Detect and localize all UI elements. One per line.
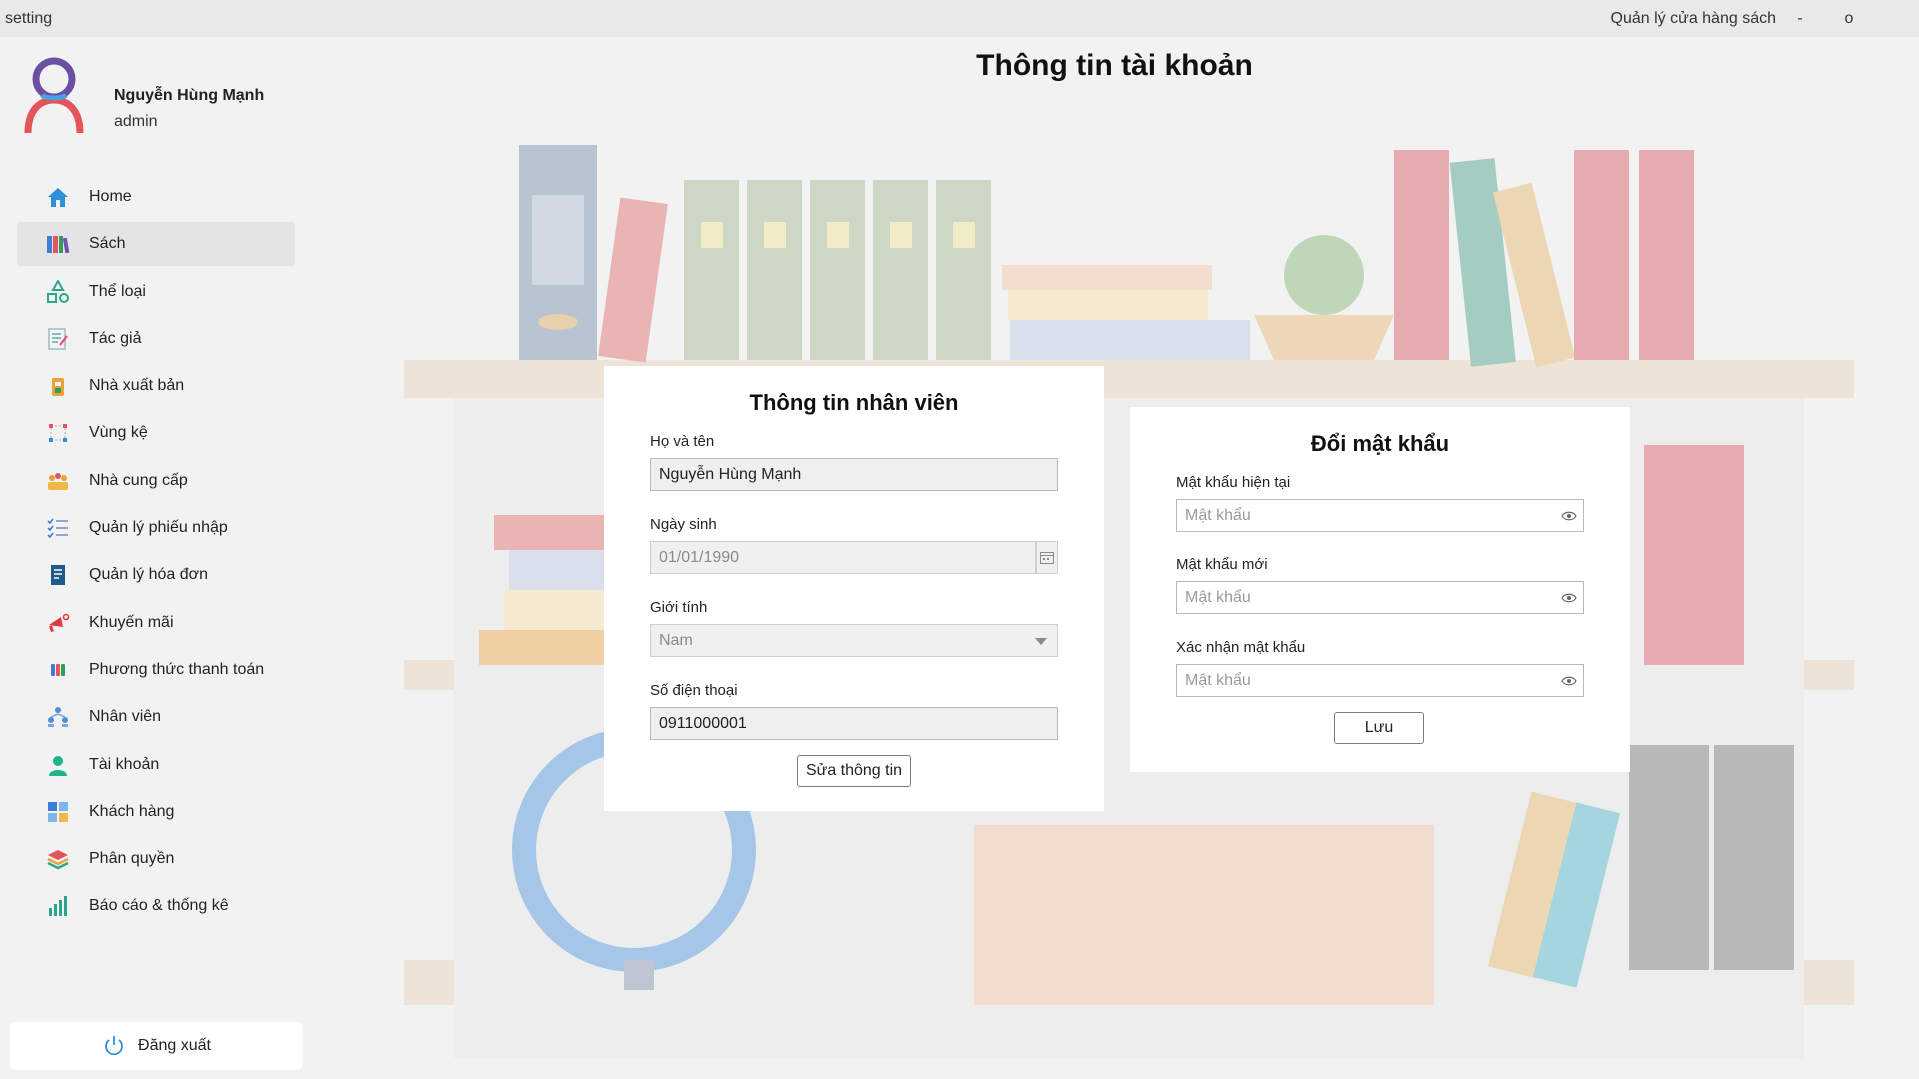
invoice-icon [46,563,70,587]
save-button[interactable]: Lưu [1334,712,1424,744]
eye-icon[interactable] [1561,509,1577,523]
main-content: Thông tin tài khoản Thông tin nhân viên … [310,37,1919,1079]
payment-icon [46,658,70,682]
user-role: admin [114,113,158,130]
sidebar-item-label: Vùng kệ [89,424,148,442]
minimize-button[interactable]: - [1780,8,1820,30]
chart-icon [46,894,70,918]
sidebar-item-invoices[interactable]: Quản lý hóa đơn [17,553,295,597]
eye-icon[interactable] [1561,674,1577,688]
sidebar-item-label: Nhà cung cấp [89,471,188,489]
employee-info-card: Thông tin nhân viên Họ và tên Nguyễn Hùn… [604,366,1104,811]
checklist-icon [46,516,70,540]
megaphone-icon [46,611,70,635]
confirm-password-label: Xác nhận mật khẩu [1176,639,1306,656]
logout-label: Đăng xuất [138,1037,211,1054]
logout-button[interactable]: Đăng xuất [10,1022,303,1070]
publisher-icon [46,374,70,398]
supplier-icon [46,469,70,493]
gender-label: Giới tính [650,599,708,616]
phone-field[interactable]: 0911000001 [650,707,1058,740]
sidebar-item-shelf-areas[interactable]: Vùng kệ [17,411,295,455]
employee-card-title: Thông tin nhân viên [749,390,959,415]
phone-label: Số điện thoại [650,682,738,699]
new-password-input[interactable]: Mật khẩu [1176,581,1584,614]
sidebar-item-publishers[interactable]: Nhà xuất bản [17,364,295,408]
dob-field[interactable]: 01/01/1990 [650,541,1036,574]
calendar-icon [1040,551,1054,564]
staff-icon [46,705,70,729]
sidebar-item-suppliers[interactable]: Nhà cung cấp [17,459,295,503]
change-password-card: Đổi mật khẩu Mật khẩu hiện tại Mật khẩu … [1130,407,1630,772]
books-icon [46,232,70,256]
current-password-placeholder: Mật khẩu [1185,507,1251,524]
avatar [24,57,84,134]
current-password-input[interactable]: Mật khẩu [1176,499,1584,532]
gender-select[interactable]: Nam [650,624,1058,657]
power-icon [105,1036,123,1056]
sidebar-item-import-receipts[interactable]: Quản lý phiếu nhập [17,506,295,550]
sidebar-item-label: Sách [89,235,126,253]
edit-info-button[interactable]: Sửa thông tin [797,755,911,787]
sidebar-item-accounts[interactable]: Tài khoản [17,743,295,787]
new-password-label: Mật khẩu mới [1176,556,1268,573]
sidebar-item-label: Quản lý phiếu nhập [89,519,228,537]
sidebar-nav: Home Sách Thể loại Tác giả Nhà xuất bản [17,175,295,932]
user-profile: Nguyễn Hùng Mạnh admin [22,55,302,145]
customer-icon [46,800,70,824]
sidebar-item-label: Phương thức thanh toán [89,660,265,678]
sidebar: Nguyễn Hùng Mạnh admin Home Sách Thể loạ… [0,37,310,1079]
confirm-password-placeholder: Mật khẩu [1185,672,1251,689]
maximize-button[interactable]: o [1829,8,1869,30]
window-title: setting [5,10,53,27]
sidebar-item-staff[interactable]: Nhân viên [17,695,295,739]
sidebar-item-home[interactable]: Home [17,175,295,219]
password-card-title: Đổi mật khẩu [1310,431,1450,456]
user-name: Nguyễn Hùng Mạnh [114,87,265,104]
current-password-label: Mật khẩu hiện tại [1176,474,1291,491]
dob-label: Ngày sinh [650,516,717,533]
sidebar-item-label: Tác giả [89,329,142,347]
sidebar-item-label: Phân quyền [89,850,175,868]
sidebar-item-label: Home [89,188,132,205]
layers-icon [46,847,70,871]
title-bar: setting Quản lý cửa hàng sách - o [0,0,1919,37]
app-name: Quản lý cửa hàng sách [1610,10,1776,27]
fullname-label: Họ và tên [650,433,715,450]
account-icon [46,753,70,777]
sidebar-item-label: Khách hàng [89,802,175,820]
sidebar-item-customers[interactable]: Khách hàng [17,790,295,834]
sidebar-item-books[interactable]: Sách [17,222,295,267]
sidebar-item-label: Nhà xuất bản [89,377,185,395]
sidebar-item-label: Quản lý hóa đơn [89,566,209,584]
author-icon [46,327,70,351]
sidebar-item-reports[interactable]: Báo cáo & thống kê [17,884,295,928]
sidebar-item-authors[interactable]: Tác giả [17,317,295,361]
sidebar-item-payment-methods[interactable]: Phương thức thanh toán [17,648,295,692]
confirm-password-input[interactable]: Mật khẩu [1176,664,1584,697]
sidebar-item-promotions[interactable]: Khuyến mãi [17,601,295,645]
eye-icon[interactable] [1561,591,1577,605]
date-picker-button[interactable] [1036,541,1058,574]
sidebar-item-label: Khuyến mãi [89,613,174,631]
sidebar-item-permissions[interactable]: Phân quyền [17,837,295,881]
home-icon [46,185,70,209]
sidebar-item-label: Tài khoản [89,755,160,773]
sidebar-item-categories[interactable]: Thể loại [17,270,295,314]
new-password-placeholder: Mật khẩu [1185,589,1251,606]
gender-value: Nam [659,632,693,649]
sidebar-item-label: Thể loại [89,282,146,300]
sidebar-item-label: Báo cáo & thống kê [89,897,229,915]
shelf-area-icon [46,421,70,445]
sidebar-item-label: Nhân viên [89,708,162,726]
shapes-icon [46,279,70,304]
fullname-field[interactable]: Nguyễn Hùng Mạnh [650,458,1058,491]
page-title: Thông tin tài khoản [976,49,1253,82]
chevron-down-icon [1035,638,1047,645]
